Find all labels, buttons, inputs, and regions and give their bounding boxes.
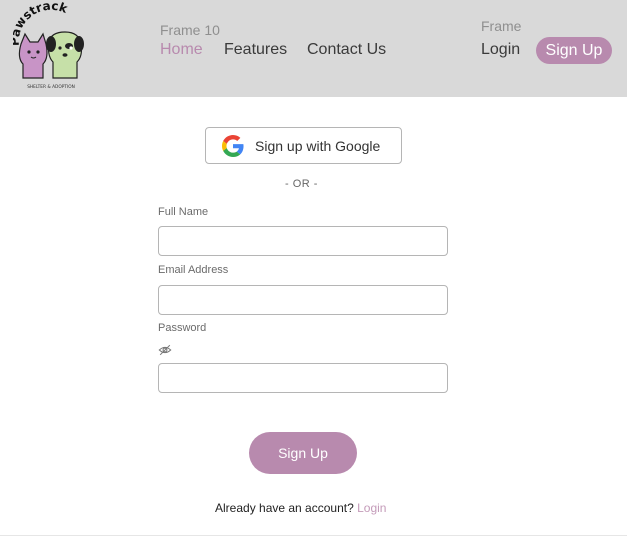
nav-features-link[interactable]: Features	[224, 41, 287, 59]
bottom-divider	[0, 535, 627, 536]
google-icon	[222, 134, 244, 157]
or-divider: - OR -	[285, 178, 318, 190]
nav-home-link[interactable]: Home	[160, 41, 203, 59]
signup-submit-button[interactable]: Sign Up	[249, 432, 357, 474]
eye-hidden-icon[interactable]	[158, 343, 172, 357]
email-label: Email Address	[158, 264, 229, 276]
password-input[interactable]	[158, 363, 448, 393]
login-link[interactable]: Login	[357, 501, 386, 515]
nav-contact-link[interactable]: Contact Us	[307, 41, 386, 59]
full-name-label: Full Name	[158, 206, 209, 218]
frame-10-label: Frame 10	[160, 22, 220, 38]
nav-signup-button[interactable]: Sign Up	[536, 37, 612, 64]
full-name-input[interactable]	[158, 226, 448, 256]
top-nav-bar: Pawstrack SHELTER & ADOPTION Frame 10 Fr…	[0, 0, 627, 97]
nav-login-link[interactable]: Login	[481, 41, 520, 59]
frame-label: Frame	[481, 18, 522, 34]
email-input[interactable]	[158, 285, 448, 315]
login-prompt: Already have an account? Login	[215, 501, 386, 515]
pawstrack-logo[interactable]: Pawstrack SHELTER & ADOPTION	[13, 2, 89, 90]
password-label: Password	[158, 322, 207, 334]
google-signup-label: Sign up with Google	[255, 137, 381, 154]
google-signup-button[interactable]: Sign up with Google	[205, 127, 402, 164]
logo-tagline: SHELTER & ADOPTION	[27, 84, 75, 90]
login-prompt-text: Already have an account?	[215, 501, 354, 515]
